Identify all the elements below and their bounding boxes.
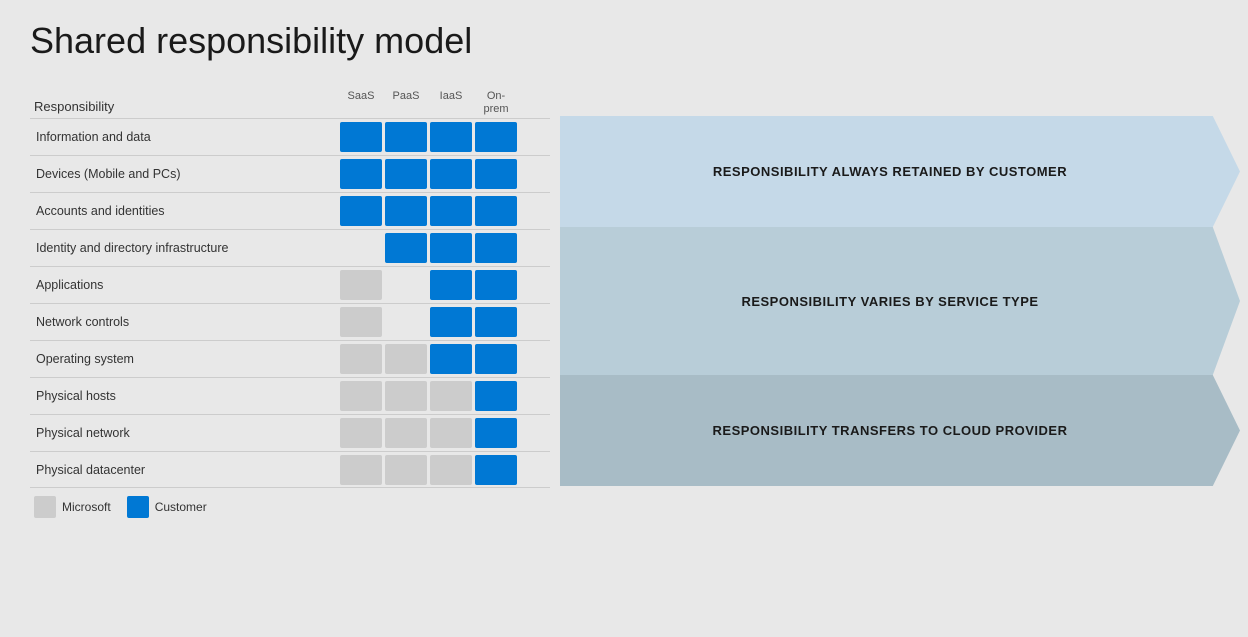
- cell: [385, 307, 427, 337]
- cell: [475, 381, 517, 411]
- cell: [340, 344, 382, 374]
- table-row: Operating system: [30, 340, 550, 377]
- table-row: Physical datacenter: [30, 451, 550, 488]
- legend: Microsoft Customer: [30, 496, 550, 518]
- table-row: Physical network: [30, 414, 550, 451]
- cell: [430, 159, 472, 189]
- row-label: Network controls: [30, 315, 340, 329]
- cell: [475, 270, 517, 300]
- legend-customer-box: [127, 496, 149, 518]
- main-container: Shared responsibility model Responsibili…: [0, 0, 1248, 637]
- row-cells: [340, 344, 517, 374]
- cell: [475, 455, 517, 485]
- cell: [430, 233, 472, 263]
- cell: [385, 344, 427, 374]
- content-area: Responsibility SaaS PaaS IaaS On-prem In…: [30, 80, 1218, 518]
- cell: [340, 233, 382, 263]
- cell: [340, 270, 382, 300]
- cell: [340, 307, 382, 337]
- column-headers: SaaS PaaS IaaS On-prem: [340, 90, 517, 116]
- cell: [340, 159, 382, 189]
- legend-microsoft-label: Microsoft: [62, 500, 111, 514]
- col-iaas: IaaS: [430, 90, 472, 116]
- cell: [385, 455, 427, 485]
- arrows-area: RESPONSIBILITY ALWAYS RETAINED BY CUSTOM…: [550, 116, 1240, 518]
- legend-microsoft-box: [34, 496, 56, 518]
- cell: [430, 381, 472, 411]
- cell: [340, 381, 382, 411]
- row-cells: [340, 455, 517, 485]
- row-label: Operating system: [30, 352, 340, 366]
- col-saas: SaaS: [340, 90, 382, 116]
- cell: [475, 418, 517, 448]
- row-label: Applications: [30, 278, 340, 292]
- cell: [475, 307, 517, 337]
- row-cells: [340, 159, 517, 189]
- cell: [340, 122, 382, 152]
- table-row: Devices (Mobile and PCs): [30, 155, 550, 192]
- arrow-shape: RESPONSIBILITY TRANSFERS TO CLOUD PROVID…: [560, 375, 1240, 486]
- cell: [340, 196, 382, 226]
- table-row: Applications: [30, 266, 550, 303]
- cell: [430, 270, 472, 300]
- row-cells: [340, 196, 517, 226]
- col-paas: PaaS: [385, 90, 427, 116]
- row-label: Physical datacenter: [30, 463, 340, 477]
- cell: [430, 344, 472, 374]
- cell: [430, 122, 472, 152]
- legend-microsoft: Microsoft: [34, 496, 111, 518]
- cell: [430, 196, 472, 226]
- row-cells: [340, 122, 517, 152]
- row-label: Information and data: [30, 130, 340, 144]
- row-cells: [340, 418, 517, 448]
- cell: [430, 418, 472, 448]
- table-area: Responsibility SaaS PaaS IaaS On-prem In…: [30, 80, 550, 518]
- table-rows: Information and data Devices (Mobile and …: [30, 118, 550, 488]
- legend-customer: Customer: [127, 496, 207, 518]
- arrow-block: RESPONSIBILITY TRANSFERS TO CLOUD PROVID…: [560, 375, 1240, 486]
- row-label: Devices (Mobile and PCs): [30, 167, 340, 181]
- cell: [385, 233, 427, 263]
- table-row: Identity and directory infrastructure: [30, 229, 550, 266]
- responsibility-header: Responsibility: [30, 99, 114, 114]
- table-header: Responsibility SaaS PaaS IaaS On-prem: [30, 80, 550, 116]
- cell: [340, 418, 382, 448]
- cell: [475, 122, 517, 152]
- row-header-col: Responsibility: [30, 98, 340, 116]
- table-row: Physical hosts: [30, 377, 550, 414]
- arrow-shape: RESPONSIBILITY ALWAYS RETAINED BY CUSTOM…: [560, 116, 1240, 227]
- cell: [385, 196, 427, 226]
- row-label: Identity and directory infrastructure: [30, 241, 340, 255]
- row-cells: [340, 381, 517, 411]
- row-label: Physical hosts: [30, 389, 340, 403]
- cell: [385, 270, 427, 300]
- cell: [430, 307, 472, 337]
- cell: [385, 159, 427, 189]
- cell: [385, 122, 427, 152]
- arrow-shape: RESPONSIBILITY VARIES BY SERVICE TYPE: [560, 227, 1240, 375]
- cell: [385, 381, 427, 411]
- row-cells: [340, 270, 517, 300]
- table-row: Network controls: [30, 303, 550, 340]
- cell: [475, 233, 517, 263]
- cell: [475, 196, 517, 226]
- cell: [430, 455, 472, 485]
- table-row: Information and data: [30, 118, 550, 155]
- cell: [475, 344, 517, 374]
- arrow-block: RESPONSIBILITY ALWAYS RETAINED BY CUSTOM…: [560, 116, 1240, 227]
- row-cells: [340, 307, 517, 337]
- row-label: Accounts and identities: [30, 204, 340, 218]
- col-onprem: On-prem: [475, 90, 517, 116]
- cell: [385, 418, 427, 448]
- page-title: Shared responsibility model: [30, 20, 1218, 62]
- row-cells: [340, 233, 517, 263]
- table-row: Accounts and identities: [30, 192, 550, 229]
- arrow-block: RESPONSIBILITY VARIES BY SERVICE TYPE: [560, 227, 1240, 375]
- cell: [340, 455, 382, 485]
- legend-customer-label: Customer: [155, 500, 207, 514]
- row-label: Physical network: [30, 426, 340, 440]
- cell: [475, 159, 517, 189]
